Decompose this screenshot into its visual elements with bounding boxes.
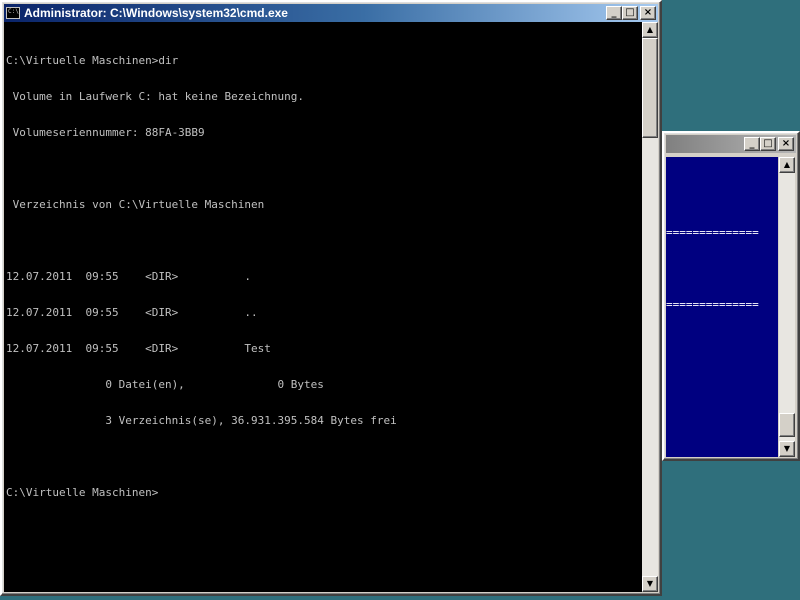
console-line: 3 Verzeichnis(se), 36.931.395.584 Bytes …: [6, 414, 397, 427]
cmd-window[interactable]: C:\ Administrator: C:\Windows\system32\c…: [0, 0, 662, 596]
maximize-button[interactable]: □: [760, 137, 776, 151]
command-prompt-line[interactable]: C:\Virtuelle Maschinen>: [6, 487, 642, 499]
close-button[interactable]: ×: [778, 137, 794, 151]
console-line: ==============: [666, 298, 759, 311]
scroll-down-button[interactable]: ▼: [779, 441, 795, 457]
console-line: C:\Virtuelle Maschinen>dir: [6, 54, 179, 67]
minimize-button[interactable]: _: [606, 6, 622, 20]
scrollbar-thumb[interactable]: [779, 413, 795, 437]
console-line: 12.07.2011 09:55 <DIR> ..: [6, 306, 258, 319]
vertical-scrollbar[interactable]: ▲ ▼: [642, 22, 658, 592]
console-line: Verzeichnis von C:\Virtuelle Maschinen: [6, 198, 265, 211]
console-line: Volumeseriennummer: 88FA-3BB9: [6, 126, 205, 139]
console-line: ==============: [666, 226, 759, 239]
scroll-up-button[interactable]: ▲: [642, 22, 658, 38]
scroll-down-button[interactable]: ▼: [642, 576, 658, 592]
cmd-window-titlebar[interactable]: C:\ Administrator: C:\Windows\system32\c…: [4, 4, 658, 22]
console-line: Volume in Laufwerk C: hat keine Bezeichn…: [6, 90, 305, 103]
background-vertical-scrollbar[interactable]: ▲ ▼: [779, 157, 795, 457]
console-output[interactable]: C:\Virtuelle Maschinen>dir Volume in Lau…: [4, 22, 642, 592]
console-line: 12.07.2011 09:55 <DIR> Test: [6, 342, 271, 355]
maximize-button[interactable]: □: [622, 6, 638, 20]
minimize-button[interactable]: _: [744, 137, 760, 151]
window-title: Administrator: C:\Windows\system32\cmd.e…: [24, 6, 288, 20]
background-console-area[interactable]: ============== ==============: [666, 157, 778, 457]
console-line: 12.07.2011 09:55 <DIR> .: [6, 270, 252, 283]
console-line: 0 Datei(en), 0 Bytes: [6, 378, 324, 391]
background-window-titlebar[interactable]: _ □ ×: [666, 135, 796, 153]
cmd-app-icon[interactable]: C:\: [6, 7, 20, 19]
scroll-up-button[interactable]: ▲: [779, 157, 795, 173]
background-console-window[interactable]: _ □ × ============== ============== ▲ ▼: [662, 131, 800, 461]
close-button[interactable]: ×: [640, 6, 656, 20]
scrollbar-thumb[interactable]: [642, 38, 658, 138]
